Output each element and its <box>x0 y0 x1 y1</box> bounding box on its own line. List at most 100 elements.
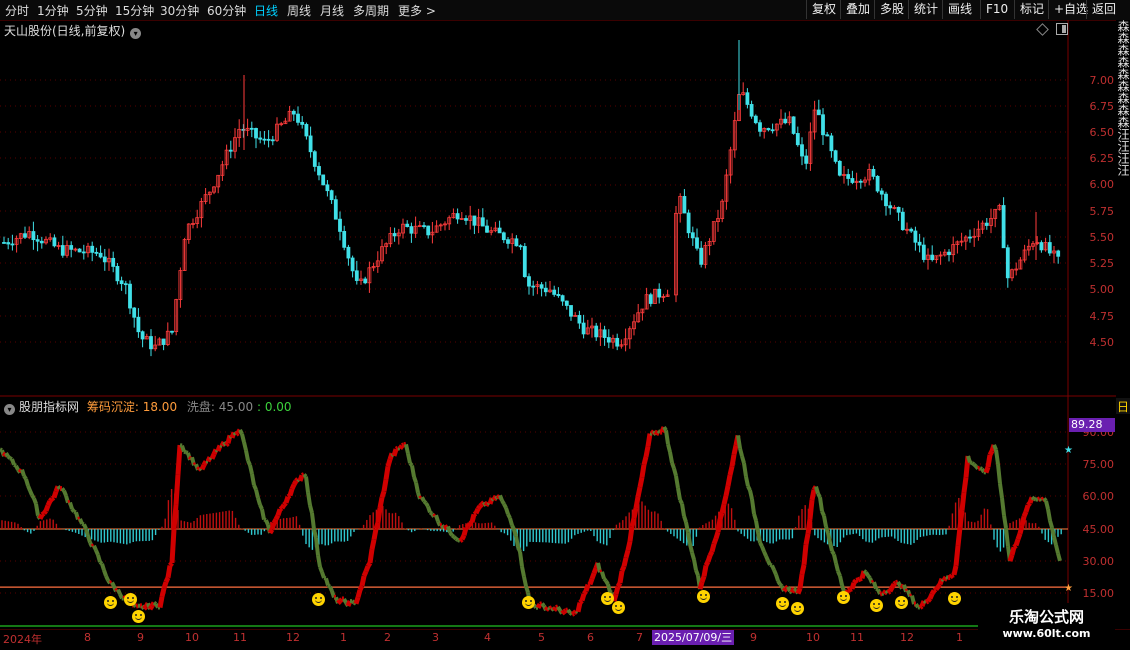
oscillator-segment <box>1056 552 1062 562</box>
maximize-icon-inner <box>1062 25 1066 33</box>
oscillator-segment <box>359 575 367 587</box>
oscillator-segment <box>795 587 803 595</box>
indicator-axis-label: 15.00 <box>1082 587 1115 600</box>
oscillator-segment <box>459 534 467 541</box>
oscillator-segment <box>602 577 608 583</box>
oscillator-segment <box>703 560 711 567</box>
oscillator-segment <box>379 490 387 499</box>
oscillator-segment <box>556 605 562 612</box>
candle-body <box>921 244 926 260</box>
oscillator-segment <box>1023 504 1031 513</box>
candle-body <box>115 266 120 282</box>
oscillator-segment <box>872 581 878 590</box>
candle-body <box>60 245 65 256</box>
price-axis-label: 5.25 <box>1089 257 1115 270</box>
oscillator-segment <box>961 476 969 493</box>
chevron-down-icon[interactable]: ▾ <box>130 28 142 39</box>
oscillator-segment <box>945 575 949 580</box>
candle-body <box>321 174 326 186</box>
oscillator-segment <box>699 575 707 583</box>
candle-body <box>136 316 141 333</box>
candle-body <box>1047 242 1052 254</box>
oscillator-segment <box>381 478 389 492</box>
oscillator-segment <box>260 508 266 520</box>
oscillator-segment <box>258 503 264 511</box>
oscillator-segment <box>758 541 764 548</box>
oscillator-segment <box>684 521 690 533</box>
candle-body <box>170 330 174 333</box>
oscillator-segment <box>426 505 432 514</box>
candle-body <box>766 128 771 131</box>
candle-body <box>69 245 74 250</box>
oscillator-segment <box>68 501 74 510</box>
oscillator-segment <box>637 476 645 488</box>
candle-body <box>300 121 305 125</box>
oscillator-segment <box>175 444 183 475</box>
candle-body <box>606 337 611 343</box>
oscillator-segment <box>287 488 295 497</box>
oscillator-segment <box>1019 515 1027 527</box>
stock-chart-canvas[interactable]: ★★ <box>0 0 1130 650</box>
candle-body <box>858 180 863 183</box>
oscillator-segment <box>472 511 478 517</box>
oscillator-segment <box>40 511 46 517</box>
oscillator-segment <box>104 575 110 582</box>
oscillator-segment <box>448 531 454 537</box>
candle-body <box>745 92 750 105</box>
oscillator-segment <box>631 507 639 519</box>
oscillator-segment <box>518 551 524 567</box>
candle-body <box>2 242 6 244</box>
oscillator-segment <box>82 523 88 530</box>
oscillator-segment <box>664 430 670 445</box>
oscillator-segment <box>157 596 165 609</box>
oscillator-segment <box>740 455 746 464</box>
candle-body <box>816 109 821 116</box>
right-panel-text: 森森森森森森森森森汪汪汪汪 <box>1116 20 1130 176</box>
candle-body <box>405 223 410 227</box>
oscillator-segment <box>478 502 484 508</box>
oscillator-segment <box>879 591 883 597</box>
oscillator-segment <box>400 442 406 448</box>
oscillator-segment <box>977 465 981 472</box>
oscillator-segment <box>756 532 762 544</box>
oscillator-segment <box>250 473 256 486</box>
oscillator-segment <box>717 512 725 521</box>
candle-body <box>1005 247 1010 279</box>
oscillator-segment <box>118 593 124 600</box>
oscillator-segment <box>955 526 963 547</box>
oscillator-segment <box>752 513 758 522</box>
candle-body <box>560 295 565 302</box>
oscillator-segment <box>748 489 754 500</box>
oscillator-segment <box>286 493 292 499</box>
oscillator-segment <box>1002 514 1008 529</box>
candle-body <box>770 129 775 132</box>
candle-body <box>228 149 233 152</box>
candle-body <box>455 213 460 220</box>
oscillator-segment <box>668 451 674 464</box>
candle-body <box>426 225 431 236</box>
oscillator-segment <box>45 500 53 507</box>
smiley-signal-icon <box>104 596 117 609</box>
oscillator-segment <box>297 474 305 482</box>
oscillator-segment <box>1030 495 1036 501</box>
oscillator-segment <box>468 520 474 526</box>
oscillator-segment <box>604 579 610 586</box>
candle-body <box>262 138 267 141</box>
oscillator-segment <box>302 473 308 478</box>
candle-body <box>346 246 351 259</box>
oscillator-segment <box>1052 536 1058 546</box>
oscillator-segment <box>165 565 173 579</box>
oscillator-segment <box>345 600 353 607</box>
oscillator-segment <box>14 464 20 471</box>
oscillator-segment <box>969 460 973 465</box>
oscillator-segment <box>84 528 90 537</box>
date-label: 9 <box>137 631 144 644</box>
oscillator-segment <box>254 489 260 499</box>
candle-body <box>308 135 313 153</box>
date-label: 1 <box>340 631 347 644</box>
chevron-down-icon[interactable]: ▾ <box>4 404 15 415</box>
oscillator-segment <box>9 456 13 461</box>
oscillator-segment <box>357 584 365 592</box>
oscillator-segment <box>862 569 868 574</box>
oscillator-segment <box>820 510 826 517</box>
